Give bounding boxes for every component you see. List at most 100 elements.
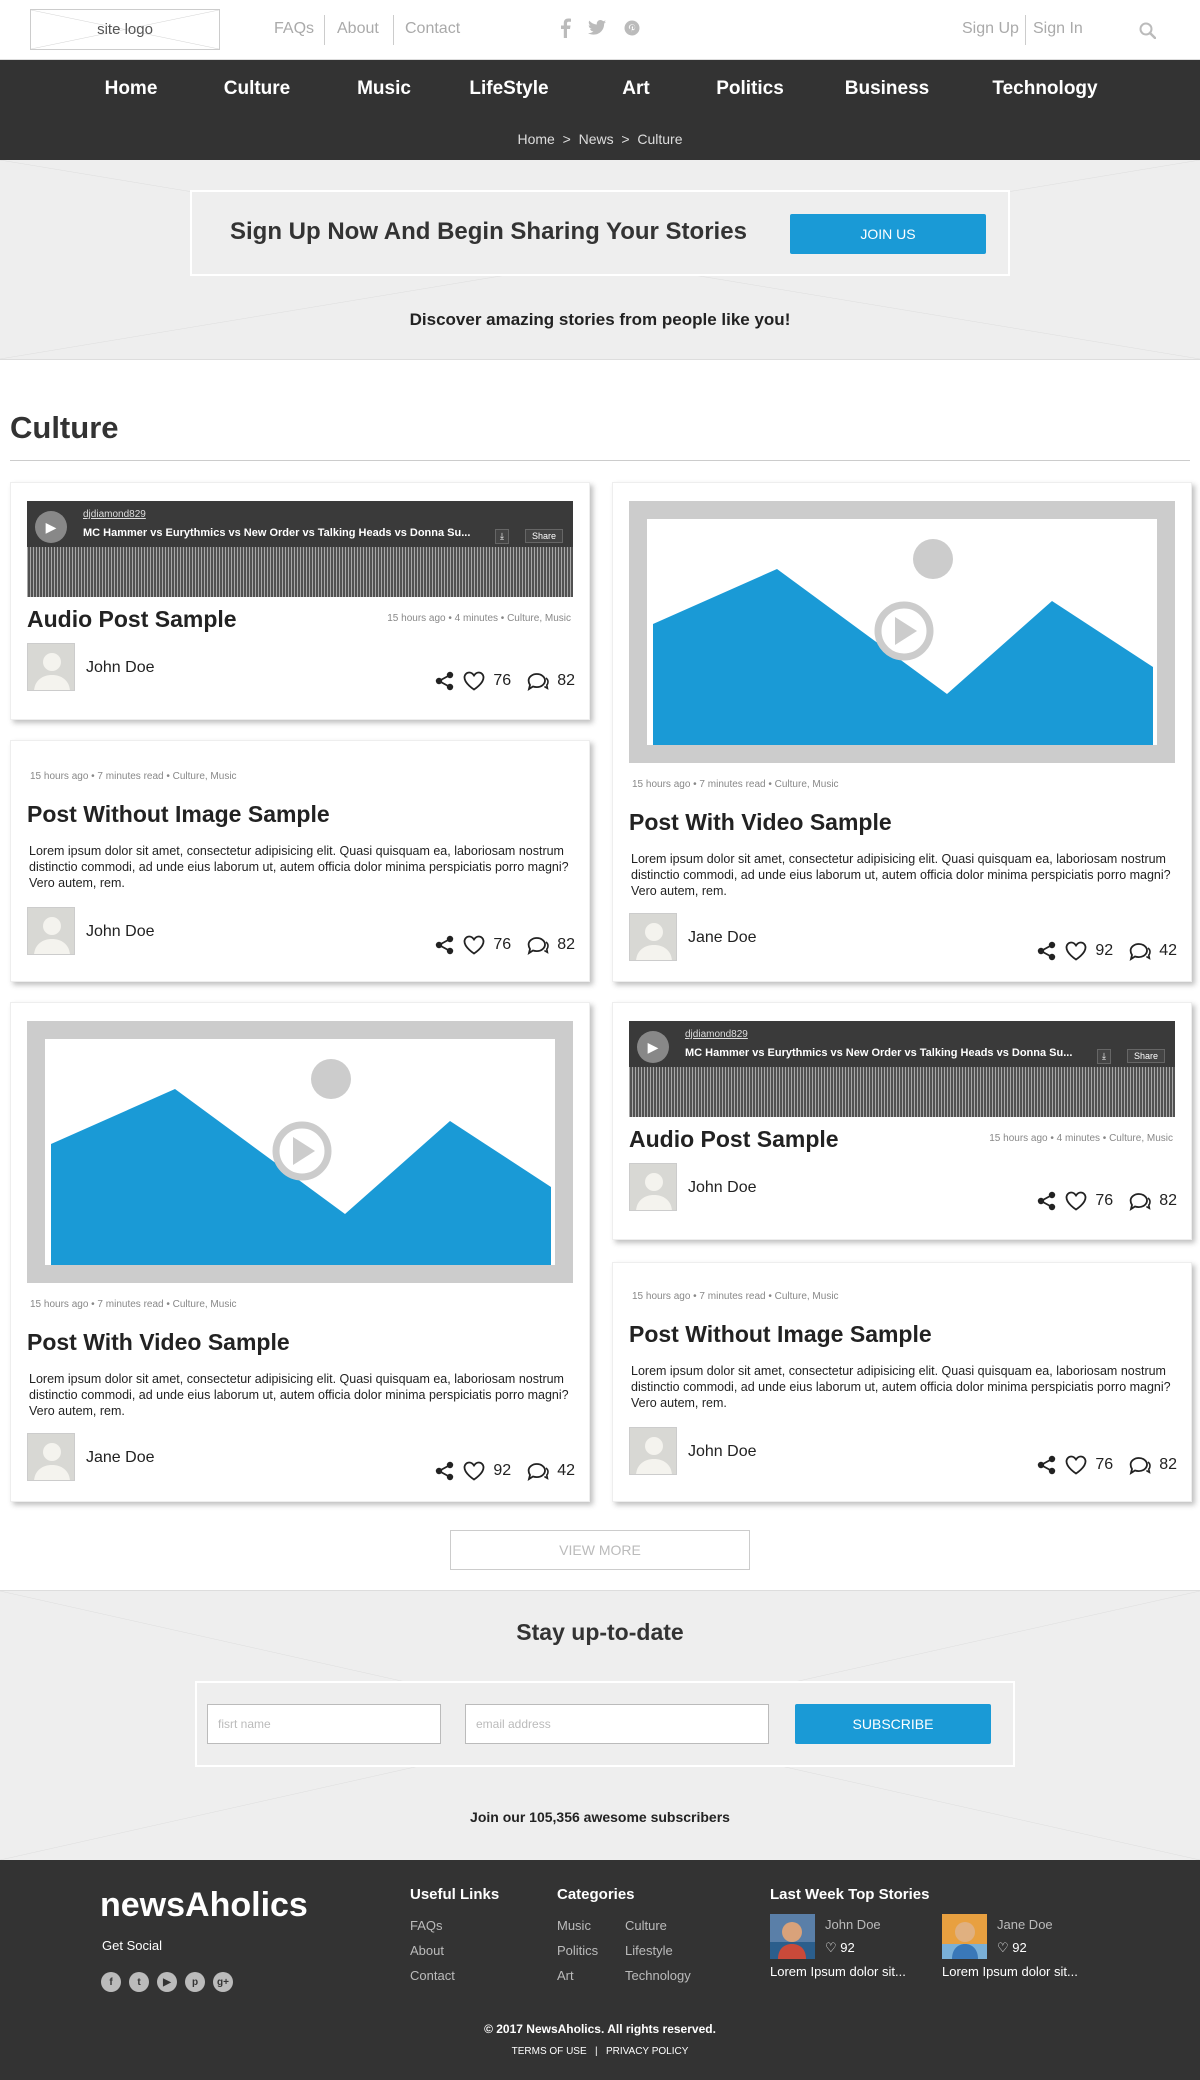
nav-politics[interactable]: Politics bbox=[680, 78, 820, 100]
avatar[interactable] bbox=[629, 1427, 677, 1475]
download-icon[interactable]: ⤓ bbox=[1097, 1049, 1111, 1064]
view-more-button[interactable]: VIEW MORE bbox=[450, 1530, 750, 1570]
breadcrumb-news[interactable]: News bbox=[579, 131, 614, 147]
nav-technology[interactable]: Technology bbox=[975, 78, 1115, 100]
share-icon[interactable] bbox=[1037, 1455, 1057, 1475]
share-icon[interactable] bbox=[435, 671, 455, 691]
post-title[interactable]: Audio Post Sample bbox=[27, 606, 237, 633]
player-track-title[interactable]: MC Hammer vs Eurythmics vs New Order vs … bbox=[685, 1047, 1075, 1059]
comment-icon[interactable] bbox=[1129, 1455, 1152, 1475]
comment-icon[interactable] bbox=[1129, 1191, 1152, 1211]
share-icon[interactable] bbox=[435, 1461, 455, 1481]
story-author[interactable]: John Doe bbox=[825, 1917, 881, 1932]
author-name[interactable]: John Doe bbox=[688, 1443, 757, 1461]
twitter-icon[interactable]: t bbox=[129, 1972, 149, 1992]
post-title[interactable]: Post With Video Sample bbox=[27, 1329, 290, 1356]
share-icon[interactable] bbox=[1037, 941, 1057, 961]
story-thumbnail[interactable] bbox=[942, 1914, 987, 1959]
author-name[interactable]: Jane Doe bbox=[86, 1449, 155, 1467]
breadcrumb-home[interactable]: Home bbox=[517, 131, 554, 147]
heart-icon[interactable] bbox=[463, 671, 485, 691]
waveform[interactable] bbox=[27, 547, 573, 597]
first-name-input[interactable]: fisrt name bbox=[207, 1704, 441, 1744]
category-link-technology[interactable]: Technology bbox=[625, 1968, 691, 1983]
post-title[interactable]: Post With Video Sample bbox=[629, 809, 892, 836]
player-user[interactable]: djdiamond829 bbox=[83, 509, 146, 520]
about-link[interactable]: About bbox=[337, 20, 379, 38]
soundcloud-player[interactable]: ▶ djdiamond829 MC Hammer vs Eurythmics v… bbox=[629, 1021, 1175, 1117]
share-button[interactable]: Share bbox=[524, 529, 563, 543]
footer-link-faqs[interactable]: FAQs bbox=[410, 1918, 443, 1933]
privacy-policy-link[interactable]: PRIVACY POLICY bbox=[606, 2046, 688, 2057]
subscribe-button[interactable]: SUBSCRIBE bbox=[795, 1704, 991, 1744]
comment-icon[interactable] bbox=[527, 935, 550, 955]
category-link-music[interactable]: Music bbox=[557, 1918, 591, 1933]
nav-music[interactable]: Music bbox=[314, 78, 454, 100]
heart-icon[interactable] bbox=[1065, 941, 1087, 961]
terms-of-use-link[interactable]: TERMS OF USE bbox=[512, 2046, 587, 2057]
facebook-icon[interactable]: f bbox=[101, 1972, 121, 1992]
sign-up-link[interactable]: Sign Up bbox=[962, 20, 1019, 38]
share-icon[interactable] bbox=[1037, 1191, 1057, 1211]
nav-home[interactable]: Home bbox=[61, 78, 201, 100]
story-author[interactable]: Jane Doe bbox=[997, 1917, 1053, 1932]
pinterest-icon[interactable]: p bbox=[185, 1972, 205, 1992]
player-track-title[interactable]: MC Hammer vs Eurythmics vs New Order vs … bbox=[83, 527, 473, 539]
nav-lifestyle[interactable]: LifeStyle bbox=[439, 78, 579, 100]
waveform[interactable] bbox=[629, 1067, 1175, 1117]
avatar[interactable] bbox=[629, 913, 677, 961]
heart-icon[interactable] bbox=[1065, 1191, 1087, 1211]
story-title[interactable]: Lorem Ipsum dolor sit... bbox=[770, 1964, 906, 1979]
author-name[interactable]: Jane Doe bbox=[688, 929, 757, 947]
heart-icon[interactable] bbox=[463, 935, 485, 955]
avatar[interactable] bbox=[629, 1163, 677, 1211]
category-link-culture[interactable]: Culture bbox=[625, 1918, 667, 1933]
post-card[interactable]: 15 hours ago • 7 minutes read • Culture,… bbox=[10, 1002, 590, 1502]
post-card[interactable]: 15 hours ago • 7 minutes read • Culture,… bbox=[612, 482, 1192, 982]
share-button[interactable]: Share bbox=[1126, 1049, 1165, 1063]
video-thumbnail[interactable] bbox=[27, 1021, 573, 1283]
heart-icon[interactable] bbox=[463, 1461, 485, 1481]
join-us-button[interactable]: JOIN US bbox=[790, 214, 986, 254]
category-link-politics[interactable]: Politics bbox=[557, 1943, 598, 1958]
story-title[interactable]: Lorem Ipsum dolor sit... bbox=[942, 1964, 1078, 1979]
heart-icon[interactable] bbox=[1065, 1455, 1087, 1475]
post-card[interactable]: 15 hours ago • 7 minutes read • Culture,… bbox=[10, 740, 590, 982]
post-card[interactable]: ▶ djdiamond829 MC Hammer vs Eurythmics v… bbox=[10, 482, 590, 720]
category-link-art[interactable]: Art bbox=[557, 1968, 574, 1983]
comment-icon[interactable] bbox=[1129, 941, 1152, 961]
google-plus-icon[interactable]: g+ bbox=[213, 1972, 233, 1992]
post-title[interactable]: Post Without Image Sample bbox=[629, 1321, 932, 1348]
site-logo[interactable]: site logo bbox=[30, 9, 220, 50]
email-input[interactable]: email address bbox=[465, 1704, 769, 1744]
video-thumbnail[interactable] bbox=[629, 501, 1175, 763]
sign-in-link[interactable]: Sign In bbox=[1033, 20, 1083, 38]
nav-culture[interactable]: Culture bbox=[187, 78, 327, 100]
download-icon[interactable]: ⤓ bbox=[495, 529, 509, 544]
twitter-icon[interactable] bbox=[588, 20, 606, 40]
contact-link[interactable]: Contact bbox=[405, 20, 460, 38]
footer-link-contact[interactable]: Contact bbox=[410, 1968, 455, 1983]
author-name[interactable]: John Doe bbox=[86, 923, 155, 941]
play-icon[interactable]: ▶ bbox=[637, 1031, 669, 1063]
author-name[interactable]: John Doe bbox=[86, 659, 155, 677]
story-thumbnail[interactable] bbox=[770, 1914, 815, 1959]
comment-icon[interactable] bbox=[527, 671, 550, 691]
player-user[interactable]: djdiamond829 bbox=[685, 1029, 748, 1040]
nav-business[interactable]: Business bbox=[817, 78, 957, 100]
play-icon[interactable]: ▶ bbox=[35, 511, 67, 543]
category-link-lifestyle[interactable]: Lifestyle bbox=[625, 1943, 673, 1958]
facebook-icon[interactable] bbox=[559, 18, 571, 43]
heart-icon[interactable]: ♡ bbox=[997, 1940, 1009, 1955]
search-icon[interactable] bbox=[1139, 22, 1157, 44]
post-title[interactable]: Post Without Image Sample bbox=[27, 801, 330, 828]
post-title[interactable]: Audio Post Sample bbox=[629, 1126, 839, 1153]
soundcloud-player[interactable]: ▶ djdiamond829 MC Hammer vs Eurythmics v… bbox=[27, 501, 573, 597]
footer-link-about[interactable]: About bbox=[410, 1943, 444, 1958]
author-name[interactable]: John Doe bbox=[688, 1179, 757, 1197]
post-card[interactable]: 15 hours ago • 7 minutes read • Culture,… bbox=[612, 1262, 1192, 1502]
avatar[interactable] bbox=[27, 643, 75, 691]
avatar[interactable] bbox=[27, 1433, 75, 1481]
post-card[interactable]: ▶ djdiamond829 MC Hammer vs Eurythmics v… bbox=[612, 1002, 1192, 1240]
footer-brand[interactable]: newsAholics bbox=[100, 1886, 308, 1925]
